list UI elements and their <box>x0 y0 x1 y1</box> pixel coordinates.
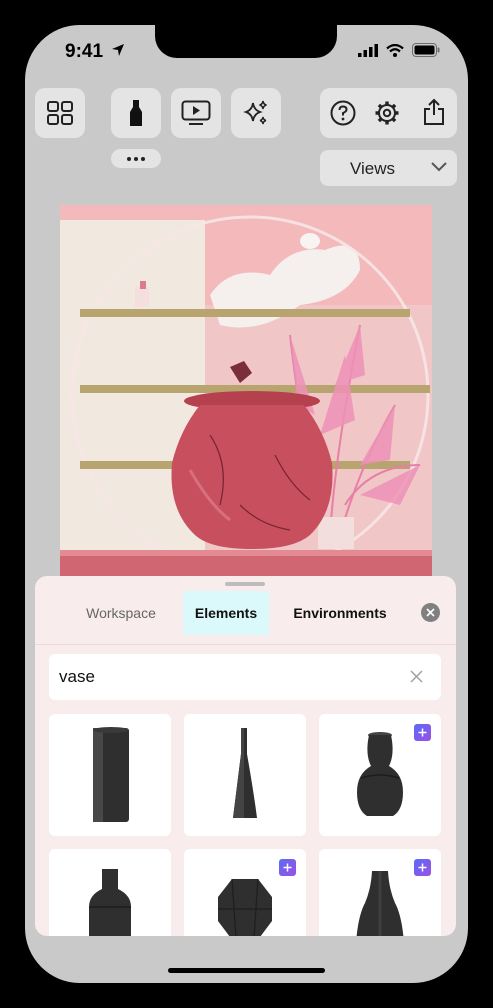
play-preview-icon <box>181 100 211 126</box>
close-icon <box>426 604 435 622</box>
scene-render <box>60 205 432 577</box>
result-tile-bulb-neck-vase[interactable] <box>319 714 441 836</box>
premium-add-badge[interactable] <box>414 859 431 876</box>
phone-frame: 9:41 Views Workspace Elements Environmen… <box>25 25 468 983</box>
premium-add-badge[interactable] <box>279 859 296 876</box>
utility-button-group <box>320 88 457 138</box>
result-tile-tall-cylinder-vase[interactable] <box>49 714 171 836</box>
divider <box>35 644 456 645</box>
tab-elements[interactable]: Elements <box>183 591 269 635</box>
tab-workspace[interactable]: Workspace <box>75 591 167 635</box>
dot <box>127 156 131 161</box>
battery-icon <box>412 43 440 62</box>
search-input[interactable]: vase <box>49 654 441 700</box>
dot <box>134 156 138 161</box>
clear-search-icon[interactable] <box>410 670 423 688</box>
home-indicator[interactable] <box>168 968 325 973</box>
close-panel-button[interactable] <box>421 603 440 622</box>
wifi-icon <box>386 43 404 62</box>
grid-icon <box>47 101 73 125</box>
elements-panel: Workspace Elements Environments vase <box>35 576 456 936</box>
status-time: 9:41 <box>65 41 104 62</box>
gear-icon[interactable] <box>374 100 400 126</box>
tall-cylinder-vase-thumbnail <box>93 727 129 822</box>
slim-tapered-vase-thumbnail <box>233 728 257 818</box>
result-tile-flared-bottom-vase[interactable] <box>319 849 441 936</box>
scene-canvas[interactable] <box>60 205 432 577</box>
sparkle-icon <box>242 99 270 127</box>
share-icon[interactable] <box>422 98 446 126</box>
result-tile-faceted-round-vase[interactable] <box>184 849 306 936</box>
plus-icon <box>418 859 427 877</box>
views-label: Views <box>350 159 396 178</box>
bottle-vase-thumbnail <box>89 869 131 936</box>
grid-button[interactable] <box>35 88 85 138</box>
location-arrow-icon <box>111 43 125 62</box>
result-tile-slim-tapered-vase[interactable] <box>184 714 306 836</box>
result-tile-bottle-vase[interactable] <box>49 849 171 936</box>
signal-icon <box>358 43 378 62</box>
sheet-grabber[interactable] <box>225 582 265 586</box>
views-dropdown[interactable]: Views <box>320 150 457 186</box>
notch <box>155 25 337 58</box>
tab-environments[interactable]: Environments <box>287 591 393 635</box>
marker-button[interactable] <box>111 88 161 138</box>
more-options-button[interactable] <box>111 149 161 168</box>
premium-add-badge[interactable] <box>414 724 431 741</box>
help-icon[interactable] <box>330 100 356 126</box>
preview-button[interactable] <box>171 88 221 138</box>
marker-icon <box>128 98 144 128</box>
search-value: vase <box>59 667 95 686</box>
plus-icon <box>418 724 427 742</box>
ai-sparkle-button[interactable] <box>231 88 281 138</box>
dot <box>141 156 145 161</box>
plus-icon <box>283 859 292 877</box>
